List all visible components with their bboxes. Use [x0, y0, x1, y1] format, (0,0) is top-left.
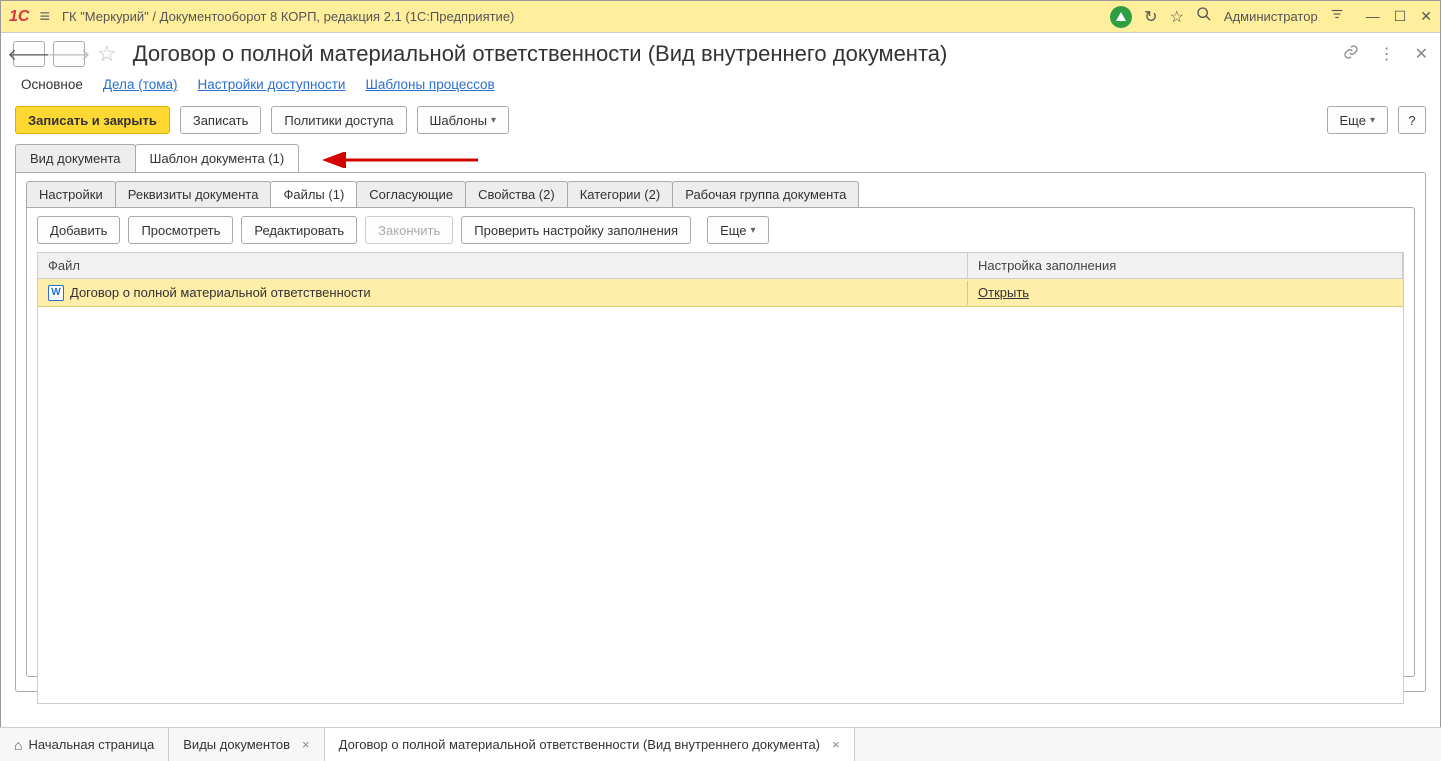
access-policies-button[interactable]: Политики доступа: [271, 106, 406, 134]
col-fill-setting[interactable]: Настройка заполнения: [968, 253, 1403, 278]
save-close-button[interactable]: Записать и закрыть: [15, 106, 170, 134]
top-tabset: Вид документа Шаблон документа (1): [1, 144, 1440, 172]
subtab-files[interactable]: Файлы (1): [270, 181, 357, 207]
user-label[interactable]: Администратор: [1224, 9, 1318, 24]
window-title: ГК "Меркурий" / Документооборот 8 КОРП, …: [62, 9, 514, 24]
subtab-requisites[interactable]: Реквизиты документа: [115, 181, 272, 207]
subtab-workgroup[interactable]: Рабочая группа документа: [672, 181, 859, 207]
window-buttons: — ☐ ✕: [1366, 8, 1432, 25]
cell-file: W Договор о полной материальной ответств…: [38, 281, 968, 305]
nav-forward-button[interactable]: 🡒: [53, 41, 85, 67]
task-current-label: Договор о полной материальной ответствен…: [339, 737, 820, 752]
tab-doc-template[interactable]: Шаблон документа (1): [135, 144, 300, 172]
favorite-icon[interactable]: ☆: [1170, 7, 1184, 27]
file-toolbar: Добавить Просмотреть Редактировать Закон…: [27, 208, 1414, 252]
edit-button[interactable]: Редактировать: [241, 216, 357, 244]
subtab-approvers[interactable]: Согласующие: [356, 181, 466, 207]
sub-tabset: Настройки Реквизиты документа Файлы (1) …: [16, 173, 1425, 207]
main-menu-icon[interactable]: ≡: [39, 6, 50, 27]
settings-icon[interactable]: [1330, 7, 1344, 26]
star-icon[interactable]: ☆: [97, 41, 117, 67]
home-icon: ⌂: [14, 737, 22, 753]
subtab-categories[interactable]: Категории (2): [567, 181, 674, 207]
task-close-icon[interactable]: ×: [302, 737, 310, 752]
command-bar: Записать и закрыть Записать Политики дос…: [1, 102, 1440, 144]
nav-back-button[interactable]: 🡐: [13, 41, 45, 67]
form-header: 🡐 🡒 ☆ Договор о полной материальной отве…: [1, 33, 1440, 71]
table-header: Файл Настройка заполнения: [38, 253, 1403, 279]
more-button[interactable]: Еще: [1327, 106, 1388, 134]
templates-button[interactable]: Шаблоны: [417, 106, 510, 134]
col-file[interactable]: Файл: [38, 253, 968, 278]
section-link-access[interactable]: Настройки доступности: [198, 77, 346, 92]
task-current[interactable]: Договор о полной материальной ответствен…: [325, 728, 855, 761]
open-link[interactable]: Открыть: [978, 285, 1029, 300]
view-button[interactable]: Просмотреть: [128, 216, 233, 244]
link-icon[interactable]: [1343, 44, 1359, 65]
files-table: Файл Настройка заполнения W Договор о по…: [37, 252, 1404, 704]
cell-fill-setting: Открыть: [968, 281, 1403, 304]
task-home-label: Начальная страница: [28, 737, 154, 752]
minimize-icon[interactable]: —: [1366, 8, 1380, 25]
section-link-templates[interactable]: Шаблоны процессов: [365, 77, 494, 92]
table-row[interactable]: W Договор о полной материальной ответств…: [38, 279, 1403, 307]
section-link-main[interactable]: Основное: [21, 77, 83, 92]
taskbar: ⌂ Начальная страница Виды документов × Д…: [0, 727, 1441, 761]
page-title: Договор о полной материальной ответствен…: [133, 41, 948, 67]
subtab-properties[interactable]: Свойства (2): [465, 181, 568, 207]
subtab-settings[interactable]: Настройки: [26, 181, 116, 207]
form-close-icon[interactable]: ✕: [1415, 44, 1428, 64]
tab-doc-kind[interactable]: Вид документа: [15, 144, 136, 172]
section-link-dela[interactable]: Дела (тома): [103, 77, 178, 92]
title-bar: 1C ≡ ГК "Меркурий" / Документооборот 8 К…: [1, 1, 1440, 33]
file-name: Договор о полной материальной ответствен…: [70, 285, 371, 300]
add-button[interactable]: Добавить: [37, 216, 120, 244]
section-nav: Основное Дела (тома) Настройки доступнос…: [1, 71, 1440, 102]
more-menu-icon[interactable]: ⋮: [1379, 44, 1395, 64]
check-fill-button[interactable]: Проверить настройку заполнения: [461, 216, 691, 244]
notifications-icon[interactable]: [1110, 6, 1132, 28]
app-logo-icon: 1C: [9, 8, 29, 26]
help-button[interactable]: ?: [1398, 106, 1426, 134]
history-icon[interactable]: ↻: [1144, 7, 1157, 27]
file-more-button[interactable]: Еще: [707, 216, 768, 244]
task-doc-kinds[interactable]: Виды документов ×: [169, 728, 324, 761]
task-home[interactable]: ⌂ Начальная страница: [0, 728, 169, 761]
close-icon[interactable]: ✕: [1420, 8, 1432, 25]
maximize-icon[interactable]: ☐: [1394, 8, 1407, 25]
search-icon[interactable]: [1196, 6, 1212, 27]
finish-button: Закончить: [365, 216, 453, 244]
files-panel: Добавить Просмотреть Редактировать Закон…: [26, 207, 1415, 677]
title-right-group: ↻ ☆ Администратор — ☐ ✕: [1110, 6, 1432, 28]
word-icon: W: [48, 285, 64, 301]
task-doc-kinds-label: Виды документов: [183, 737, 290, 752]
task-close-icon[interactable]: ×: [832, 737, 840, 752]
template-panel: Настройки Реквизиты документа Файлы (1) …: [15, 172, 1426, 692]
save-button[interactable]: Записать: [180, 106, 262, 134]
table-empty-area: [38, 307, 1403, 703]
